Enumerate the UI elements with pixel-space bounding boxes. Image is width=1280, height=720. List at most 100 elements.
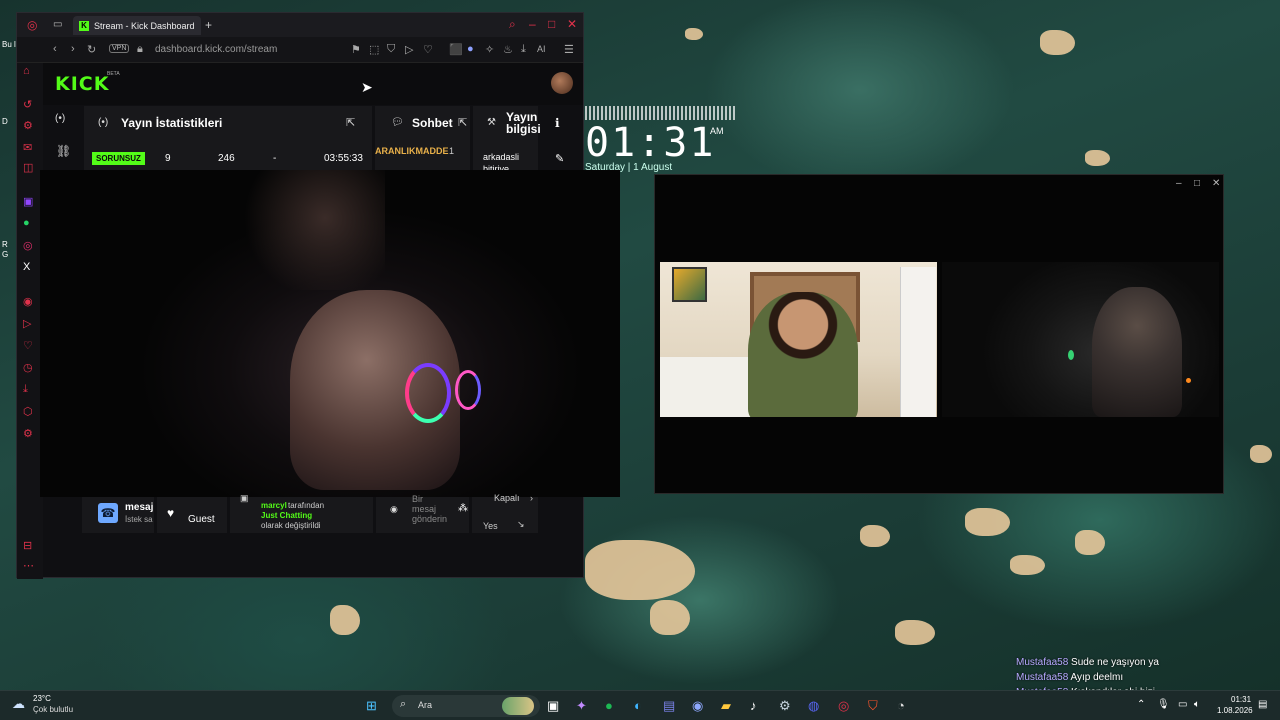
favorites-icon[interactable]: ♡ xyxy=(23,339,33,352)
browser-tab[interactable]: K Stream - Kick Dashboard xyxy=(73,16,201,35)
chat-panel: 💬︎ Sohbet ⇱ ARANLIKMADDE 1 xyxy=(375,106,470,170)
steam-icon[interactable]: ⚙ xyxy=(779,698,791,714)
emoji-icon[interactable]: ◉ xyxy=(390,504,398,515)
sidebar-toggle-icon[interactable]: ⊟ xyxy=(23,539,32,552)
home-icon[interactable]: ⌂ xyxy=(23,65,30,77)
instagram-icon[interactable]: ◫ xyxy=(23,161,33,174)
send-message-area[interactable]: ◉ Bir mesaj gönderin xyxy=(376,494,469,533)
twitch-icon[interactable]: ▣ xyxy=(23,195,33,208)
tab-menu-icon[interactable]: ▭ xyxy=(53,19,62,30)
close-icon[interactable]: ✕ xyxy=(567,17,577,31)
flame-icon[interactable]: ♨ xyxy=(503,43,513,56)
ai-button[interactable]: AI xyxy=(537,44,546,54)
new-tab-button[interactable]: + xyxy=(205,18,212,32)
kick-favicon-icon: K xyxy=(79,20,89,31)
wrench-icon: ⚒ xyxy=(487,117,496,128)
info-title: bilgisi xyxy=(506,122,541,136)
puzzle-icon[interactable]: ✧ xyxy=(485,43,494,56)
headphone-light xyxy=(1068,350,1074,360)
heart-icon[interactable]: ♡ xyxy=(423,43,433,56)
desktop-label: Bu l xyxy=(2,40,16,49)
downloads-icon[interactable]: ⤓ xyxy=(23,383,28,396)
instagram-app-icon[interactable]: ◎ xyxy=(23,239,33,252)
file-explorer-icon[interactable]: ▰ xyxy=(721,698,731,714)
app-icon[interactable]: ◉ xyxy=(692,698,703,714)
opera-logo-icon[interactable]: ◎ xyxy=(27,18,37,32)
link-icon[interactable]: ⛓ xyxy=(56,144,71,158)
x-icon[interactable]: X xyxy=(23,261,30,273)
maximize-icon[interactable]: □ xyxy=(1194,178,1200,189)
followers-count: 9 xyxy=(165,153,171,164)
extension-icon[interactable]: ⬛ xyxy=(449,43,463,56)
chevron-right-icon[interactable]: › xyxy=(530,493,533,503)
popout-icon[interactable]: ⇱ xyxy=(346,116,355,129)
share-icon[interactable]: ⁂ xyxy=(458,503,468,514)
aria-icon[interactable]: ↺ xyxy=(23,98,32,111)
participant xyxy=(1092,287,1182,417)
chevron-icon[interactable]: ↘ xyxy=(517,519,525,530)
whatsapp-icon[interactable]: ● xyxy=(23,217,30,229)
minimize-icon[interactable]: – xyxy=(529,17,536,31)
shield-icon[interactable]: ⛉ xyxy=(387,43,395,56)
search-icon[interactable]: ⌕ xyxy=(509,17,516,32)
crypto-icon[interactable]: ⚙ xyxy=(23,119,33,132)
popout-icon[interactable]: ⇱ xyxy=(458,116,467,129)
url-field[interactable]: dashboard.kick.com/stream xyxy=(155,44,277,55)
activity-feed-item: ▣ marcyl tarafından Just Chatting olarak… xyxy=(230,493,373,533)
mic-icon[interactable]: 🎙︎ xyxy=(1157,699,1170,710)
player-icon[interactable]: ◉ xyxy=(23,295,33,308)
chat-count: 1 xyxy=(449,146,455,156)
tiktok-icon[interactable]: ♪ xyxy=(750,698,757,713)
search-highlight-icon xyxy=(502,697,534,715)
taskbar-time[interactable]: 01:31 xyxy=(1231,695,1251,704)
menu-icon[interactable]: ☰ xyxy=(564,43,574,56)
wallpaper-island xyxy=(1075,530,1105,555)
settings-icon[interactable]: ⚙ xyxy=(23,427,33,440)
edge-icon[interactable]: ◐ xyxy=(634,698,642,713)
reload-icon[interactable]: ↻ xyxy=(87,43,96,56)
task-view-icon[interactable]: ▣ xyxy=(547,698,559,714)
snapshot-icon[interactable]: ⬚ xyxy=(369,43,379,56)
network-icon[interactable]: ▭ xyxy=(1178,699,1187,710)
opera-gx-icon[interactable]: ◎ xyxy=(838,698,849,714)
bookmark-icon[interactable]: ⚑ xyxy=(351,43,361,56)
avatar[interactable] xyxy=(551,72,573,94)
kick-logo[interactable]: KICK xyxy=(55,73,109,95)
forward-icon[interactable]: › xyxy=(71,43,75,55)
volume-icon[interactable]: 🔈︎ xyxy=(1194,699,1200,710)
windows-start-icon[interactable]: ⊞ xyxy=(366,698,377,714)
guest-button[interactable]: ♥ Guest xyxy=(157,497,227,533)
obs-icon[interactable]: ◔ xyxy=(897,698,905,713)
maximize-icon[interactable]: □ xyxy=(548,17,555,31)
close-icon[interactable]: ✕ xyxy=(1212,178,1220,189)
teams-icon[interactable]: ▤ xyxy=(663,698,675,714)
wall-painting xyxy=(672,267,707,302)
messenger-icon[interactable]: ✉ xyxy=(23,141,32,154)
back-icon[interactable]: ‹ xyxy=(53,43,57,55)
more-icon[interactable]: ⋯ xyxy=(23,559,34,572)
vpn-badge[interactable]: VPN xyxy=(109,44,130,53)
discord-icon[interactable]: ● xyxy=(467,43,474,55)
spotify-icon[interactable]: ● xyxy=(605,698,613,713)
messages-widget[interactable]: ☎ mesaj İstek sa xyxy=(82,497,154,533)
play-icon[interactable]: ▷ xyxy=(405,43,413,56)
copilot-icon[interactable]: ✦ xyxy=(576,698,587,714)
search-box[interactable]: ⌕ Ara xyxy=(392,695,540,717)
taskbar-date[interactable]: 1.08.2026 xyxy=(1217,706,1253,715)
discord-icon[interactable]: ◍ xyxy=(808,698,819,714)
brave-icon[interactable]: ⛉ xyxy=(868,698,878,714)
broadcast-icon[interactable]: (•) xyxy=(55,113,65,124)
flow-icon[interactable]: ▷ xyxy=(23,317,31,330)
tray-chevron-up-icon[interactable]: ⌃ xyxy=(1137,699,1145,710)
wallpaper-island xyxy=(585,540,695,600)
info-icon[interactable]: ℹ xyxy=(555,116,560,130)
wallpaper-island xyxy=(1040,30,1075,55)
heart-icon: ♥ xyxy=(167,506,175,520)
search-label: Ara xyxy=(418,700,433,710)
minimize-icon[interactable]: – xyxy=(1176,178,1182,189)
extensions-icon[interactable]: ⬡ xyxy=(23,405,33,418)
notification-icon[interactable]: ▤ xyxy=(1258,699,1267,710)
download-icon[interactable]: ⤓ xyxy=(521,43,526,56)
history-icon[interactable]: ◷ xyxy=(23,361,33,374)
edit-icon[interactable]: ✎ xyxy=(555,152,564,165)
